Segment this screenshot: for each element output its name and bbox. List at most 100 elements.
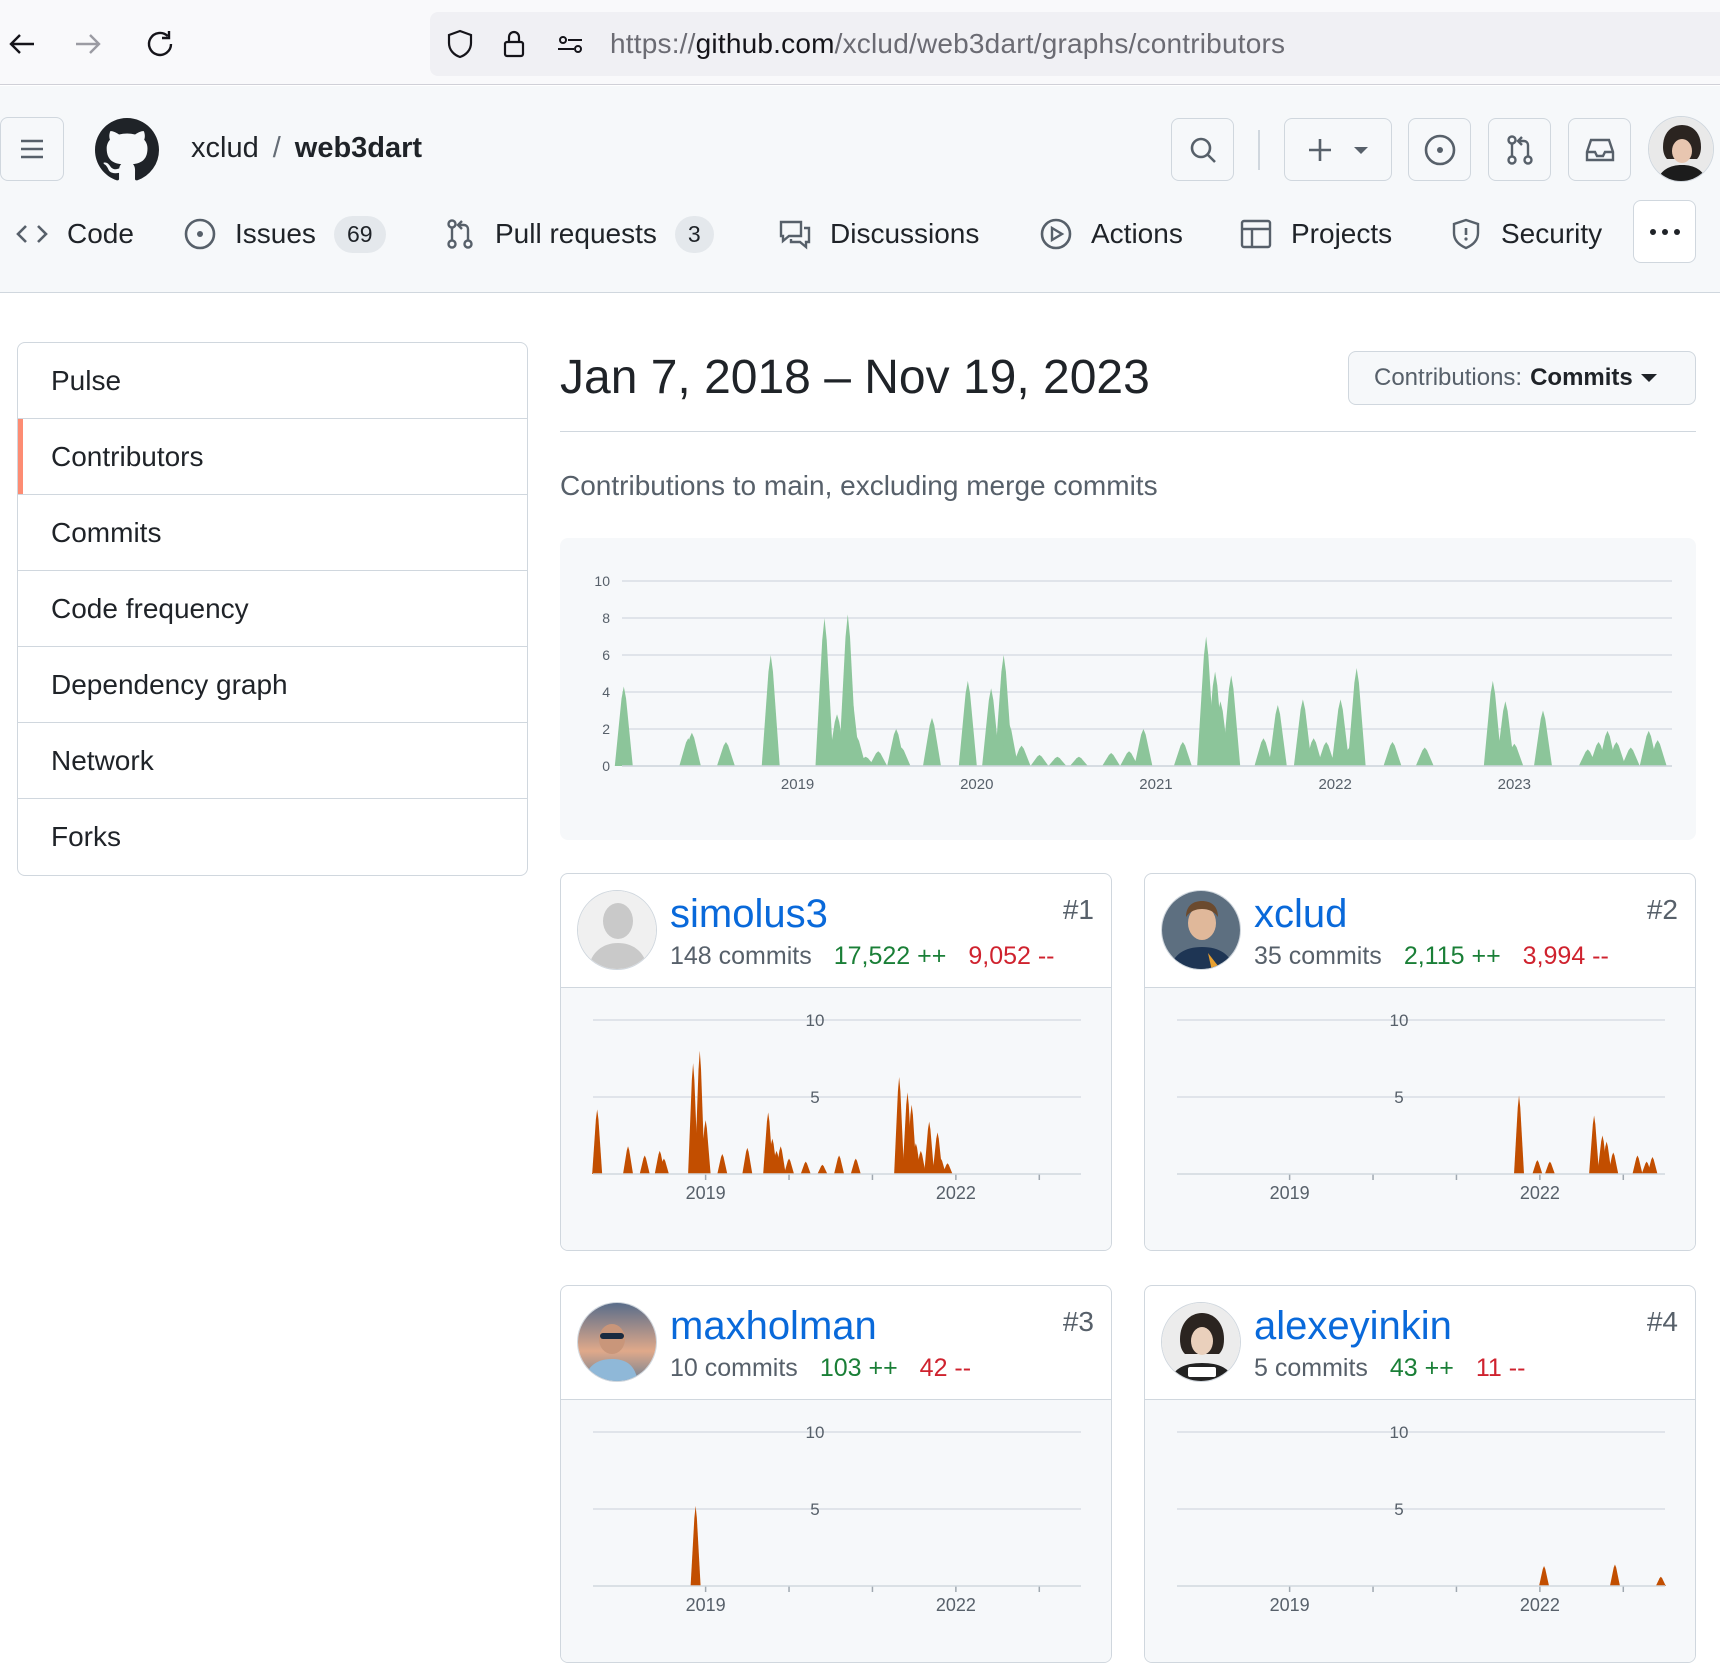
commit-spike	[1048, 756, 1067, 766]
tab-pull-requests[interactable]: Pull requests 3	[443, 204, 714, 264]
x-tick-label: 2022	[1318, 776, 1351, 793]
repo-header: xclud / web3dart Code Issues 69 Pull reque…	[0, 86, 1720, 293]
avatar-image-icon	[1162, 891, 1240, 969]
avatar-image-icon	[1162, 1303, 1240, 1381]
contributor-name-link[interactable]: simolus3	[670, 892, 828, 937]
sidebar-item-code-frequency[interactable]: Code frequency	[18, 571, 527, 647]
commit-spike	[894, 1076, 905, 1174]
y-tick-label: 10	[806, 1011, 825, 1030]
user-avatar[interactable]	[1648, 116, 1714, 182]
commit-spike	[1415, 747, 1434, 766]
x-tick-label: 2022	[1520, 1595, 1560, 1615]
github-mark-icon	[95, 118, 159, 181]
sidebar-item-pulse[interactable]: Pulse	[18, 343, 527, 419]
additions-count: 2,115 ++	[1403, 942, 1501, 970]
commit-spike	[922, 717, 941, 766]
contributor-stats: 35 commits 2,115 ++ 3,994 --	[1254, 942, 1609, 971]
commit-count-link[interactable]: 5 commits	[1254, 1354, 1368, 1382]
tab-label: Actions	[1091, 218, 1183, 249]
contributor-name-link[interactable]: maxholman	[670, 1304, 877, 1349]
reload-button[interactable]	[138, 22, 182, 66]
commit-spike	[1514, 1095, 1525, 1174]
commit-spike	[1532, 1160, 1543, 1174]
lock-icon	[503, 30, 525, 58]
sidebar-item-dependency-graph[interactable]: Dependency graph	[18, 647, 527, 723]
address-bar[interactable]: https://github.com/xclud/web3dart/graphs…	[430, 12, 1720, 76]
tab-projects[interactable]: Projects	[1239, 204, 1392, 264]
commit-spike	[1589, 1115, 1600, 1174]
more-tabs-button[interactable]	[1633, 200, 1696, 263]
contributions-type-select[interactable]: Contributions: Commits	[1348, 351, 1696, 405]
commit-spike	[924, 1121, 935, 1174]
search-button[interactable]	[1171, 118, 1234, 181]
avatar[interactable]	[1161, 890, 1241, 970]
commit-spike	[717, 1153, 728, 1174]
commit-spike	[614, 686, 633, 766]
commit-spike	[761, 655, 780, 766]
contributor-chart-panel: 5 10 2019 2022	[1145, 1400, 1695, 1662]
y-tick-label: 5	[1394, 1500, 1403, 1519]
avatar[interactable]	[577, 1302, 657, 1382]
sidebar-item-commits[interactable]: Commits	[18, 495, 527, 571]
repo-link[interactable]: web3dart	[295, 132, 422, 164]
commit-count-link[interactable]: 35 commits	[1254, 942, 1382, 970]
search-icon	[1190, 137, 1216, 163]
hamburger-icon	[21, 139, 43, 159]
contributor-card: maxholman #3 10 commits 103 ++ 42 -- 5 10 20…	[560, 1285, 1112, 1663]
commit-spike	[1347, 667, 1366, 766]
issues-button[interactable]	[1408, 118, 1471, 181]
commit-spike	[834, 1155, 845, 1174]
contributor-card-header: simolus3 #1 148 commits 17,522 ++ 9,052 --	[561, 874, 1111, 988]
contributor-chart-panel: 5 10 2019 2022	[561, 1400, 1111, 1662]
contributor-name-link[interactable]: xclud	[1254, 892, 1347, 937]
issues-count-badge: 69	[333, 215, 386, 253]
commit-spike	[742, 1147, 753, 1174]
back-button[interactable]	[0, 22, 44, 66]
tab-label: Pull requests	[495, 218, 657, 249]
sidebar-item-forks[interactable]: Forks	[18, 799, 527, 875]
forward-button[interactable]	[66, 22, 110, 66]
pull-requests-button[interactable]	[1488, 118, 1551, 181]
contributor-card: alexeyinkin #4 5 commits 43 ++ 11 -- 5 10 20…	[1144, 1285, 1696, 1663]
commit-count-link[interactable]: 10 commits	[670, 1354, 798, 1382]
reload-icon	[147, 31, 173, 57]
tab-actions[interactable]: Actions	[1039, 204, 1183, 264]
commit-spike	[639, 1155, 650, 1174]
x-tick-label: 2019	[686, 1595, 726, 1615]
commit-spike	[958, 680, 977, 766]
y-tick-label: 8	[602, 610, 610, 626]
owner-link[interactable]: xclud	[191, 132, 259, 164]
tab-security[interactable]: Security	[1449, 204, 1602, 264]
contributor-rank: #2	[1646, 894, 1678, 925]
x-tick-label: 2020	[960, 776, 993, 793]
tab-label: Code	[67, 218, 134, 249]
y-tick-label: 4	[602, 684, 610, 700]
breadcrumb-separator: /	[272, 132, 281, 164]
issue-icon	[1424, 134, 1455, 165]
avatar[interactable]	[1161, 1302, 1241, 1382]
contributor-name-link[interactable]: alexeyinkin	[1254, 1304, 1452, 1349]
inbox-button[interactable]	[1568, 118, 1631, 181]
create-new-button[interactable]	[1284, 118, 1392, 181]
sidebar-item-contributors[interactable]: Contributors	[18, 419, 527, 495]
tab-discussions[interactable]: Discussions	[778, 204, 979, 264]
tab-code[interactable]: Code	[15, 204, 134, 264]
arrow-left-icon	[9, 34, 34, 54]
arrow-right-icon	[76, 34, 101, 54]
y-tick-label: 5	[1394, 1088, 1403, 1107]
menu-button[interactable]	[0, 117, 64, 181]
avatar[interactable]	[577, 890, 657, 970]
contributor-commits-chart: 5 10 2019 2022	[1177, 1423, 1666, 1615]
commit-spike	[1632, 1155, 1643, 1174]
x-tick-label: 2022	[936, 1595, 976, 1615]
additions-count: 103 ++	[819, 1354, 898, 1382]
tab-label: Projects	[1291, 218, 1393, 249]
commit-count-link[interactable]: 148 commits	[670, 942, 812, 970]
repo-breadcrumb: xclud / web3dart	[191, 132, 422, 165]
github-logo[interactable]	[95, 118, 159, 182]
commit-spike	[850, 1158, 861, 1174]
tab-issues[interactable]: Issues 69	[183, 204, 386, 264]
sidebar-item-network[interactable]: Network	[18, 723, 527, 799]
url-text[interactable]: https://github.com/xclud/web3dart/graphs…	[610, 28, 1285, 60]
additions-count: 17,522 ++	[833, 942, 947, 970]
